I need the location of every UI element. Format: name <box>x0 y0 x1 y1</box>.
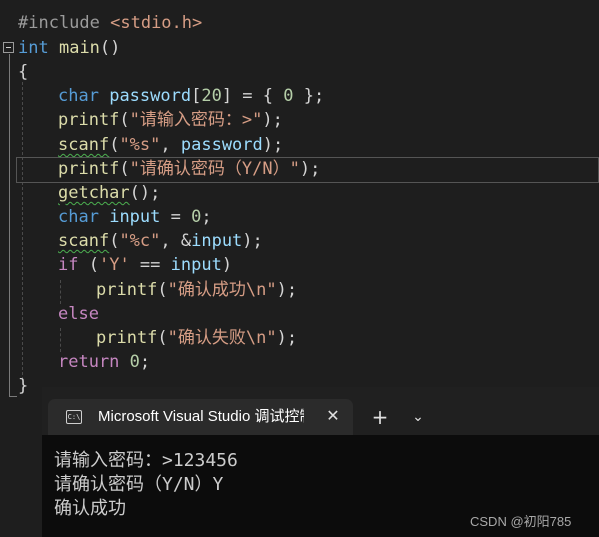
console-app-icon: C:\ <box>66 410 82 424</box>
console-output-line: 请输入密码：>123456 <box>54 450 238 471</box>
code-line[interactable]: scanf("%s", password); <box>0 133 599 157</box>
code-token: return <box>58 352 120 372</box>
code-line[interactable]: scanf("%c", &input); <box>0 229 599 253</box>
code-token: "%s" <box>119 135 161 155</box>
code-line[interactable]: return 0; <box>0 350 599 374</box>
chevron-down-icon[interactable]: ⌄ <box>406 405 430 429</box>
code-token: printf <box>58 110 120 130</box>
code-token: getchar <box>58 183 130 203</box>
code-token: = <box>160 207 192 227</box>
code-line[interactable]: getchar(); <box>0 181 599 205</box>
code-token: ) <box>221 255 233 275</box>
code-editor[interactable]: #include <stdio.h> int main(){char passwo… <box>0 0 599 400</box>
code-token: () <box>99 38 121 58</box>
code-token: 'Y' <box>98 255 130 275</box>
code-token: { <box>18 62 29 82</box>
code-token: ; <box>139 352 151 372</box>
code-token: input <box>191 231 243 251</box>
code-token: 0 <box>191 207 202 227</box>
code-token: ( <box>119 159 130 179</box>
code-token: main <box>58 38 100 58</box>
code-token: int <box>18 38 49 58</box>
console-output-line: 确认成功 <box>54 498 126 519</box>
code-token: password <box>180 135 263 155</box>
tab-title: Microsoft Visual Studio 调试控制台 <box>98 408 304 425</box>
code-token: ); <box>262 135 284 155</box>
code-token: 0 <box>129 352 140 372</box>
code-token: printf <box>58 159 120 179</box>
code-line[interactable]: if ('Y' == input) <box>0 253 599 277</box>
watermark: CSDN @初阳785 <box>470 514 572 529</box>
code-token: ); <box>276 280 298 300</box>
code-token: else <box>58 304 99 324</box>
code-line[interactable]: char password[20] = { 0 }; <box>0 84 599 108</box>
code-line[interactable]: printf("确认成功\n"); <box>0 278 599 302</box>
code-token: == <box>129 255 171 275</box>
code-token: , <box>160 135 181 155</box>
code-token: 20 <box>201 86 222 106</box>
code-token: ); <box>262 110 283 130</box>
code-token: ( <box>157 328 168 348</box>
code-token: char <box>58 86 99 106</box>
console-output-line: 请确认密码（Y/N）Y <box>54 474 224 495</box>
code-token: 0 <box>283 86 294 106</box>
code-token: ( <box>119 110 130 130</box>
code-line[interactable]: else <box>0 302 599 326</box>
new-tab-button[interactable]: + <box>368 405 392 429</box>
code-token: if <box>58 255 79 275</box>
code-token: "请确认密码（Y/N）" <box>129 159 300 179</box>
code-token: ; <box>201 207 212 227</box>
close-icon[interactable]: ✕ <box>322 405 344 427</box>
code-token: scanf <box>58 135 110 155</box>
code-token: ] = { <box>221 86 284 106</box>
code-token: char <box>58 207 99 227</box>
code-token: ); <box>276 328 298 348</box>
code-token: scanf <box>58 231 110 251</box>
code-token: "%c" <box>119 231 161 251</box>
code-line[interactable]: printf("请确认密码（Y/N）"); <box>0 157 599 181</box>
code-token: "确认失败\n" <box>167 328 277 348</box>
code-token: printf <box>96 328 158 348</box>
code-line[interactable]: char input = 0; <box>0 205 599 229</box>
code-token: ); <box>242 231 263 251</box>
code-token: input <box>170 255 222 275</box>
code-token: [ <box>191 86 202 106</box>
code-token: ( <box>78 255 99 275</box>
code-token: "确认成功\n" <box>167 280 277 300</box>
code-token: ( <box>109 135 120 155</box>
code-line[interactable]: #include <stdio.h> <box>0 11 599 35</box>
code-token: <stdio.h> <box>110 13 203 33</box>
code-token: }; <box>293 86 325 106</box>
code-token: "请输入密码：>" <box>129 110 263 130</box>
code-line[interactable]: int main() <box>0 36 599 60</box>
code-token: ( <box>157 280 168 300</box>
code-line[interactable]: printf("确认失败\n"); <box>0 326 599 350</box>
code-token: password <box>109 86 192 106</box>
code-token: } <box>18 376 29 396</box>
code-token: ( <box>109 231 120 251</box>
code-token: (); <box>129 183 161 203</box>
code-token: input <box>109 207 161 227</box>
tab-bar: C:\ Microsoft Visual Studio 调试控制台 ✕ + ⌄ <box>42 387 599 435</box>
code-token: ); <box>299 159 321 179</box>
code-line[interactable]: printf("请输入密码：>"); <box>0 108 599 132</box>
code-token: #include <box>18 13 111 33</box>
tab-debug-console[interactable]: C:\ Microsoft Visual Studio 调试控制台 ✕ <box>48 399 353 435</box>
code-token: , & <box>160 231 192 251</box>
code-token: printf <box>96 280 158 300</box>
code-line[interactable]: { <box>0 60 599 84</box>
